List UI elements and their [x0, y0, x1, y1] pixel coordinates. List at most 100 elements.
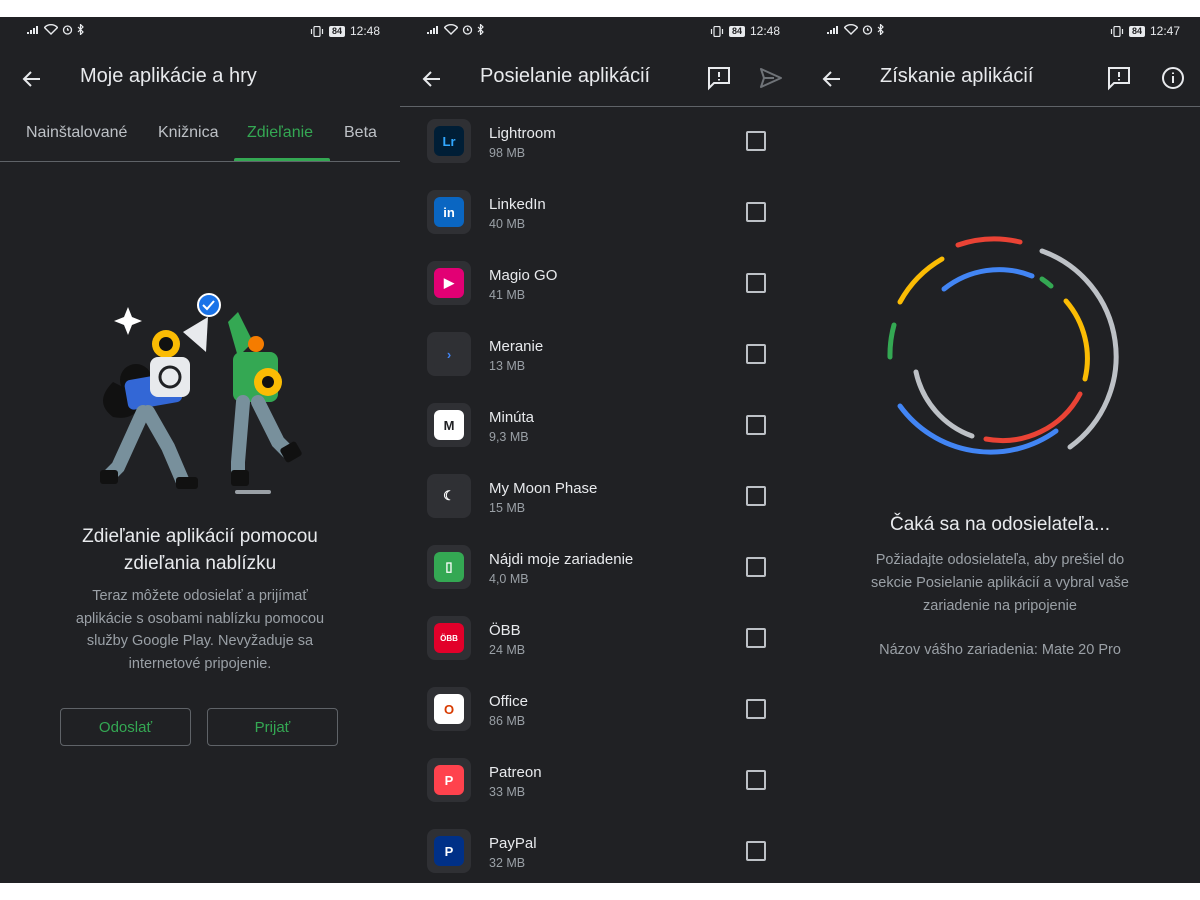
- app-icon-glyph: P: [434, 836, 464, 866]
- app-list-item[interactable]: P PayPal 32 MB: [400, 824, 800, 883]
- app-select-checkbox[interactable]: [746, 344, 766, 364]
- app-select-checkbox[interactable]: [746, 557, 766, 577]
- app-name: Office: [489, 693, 528, 710]
- alarm-icon: [62, 25, 73, 35]
- app-select-checkbox[interactable]: [746, 486, 766, 506]
- tab-installed[interactable]: Nainštalované: [26, 124, 127, 142]
- app-list-item[interactable]: Lr Lightroom 98 MB: [400, 114, 800, 185]
- app-size: 15 MB: [489, 501, 526, 515]
- app-icon-glyph: ☾: [434, 481, 464, 511]
- status-icons-right: 84 12:47: [1110, 24, 1180, 38]
- linkedin-icon: in: [427, 190, 471, 234]
- page-title: Moje aplikácie a hry: [80, 65, 257, 87]
- moon-phase-icon: ☾: [427, 474, 471, 518]
- receive-button[interactable]: Prijať: [207, 708, 338, 746]
- battery-level: 84: [328, 25, 345, 37]
- bluetooth-icon: [877, 24, 884, 35]
- app-icon-glyph: ›: [434, 339, 464, 369]
- app-list-item[interactable]: ▯ Nájdi moje zariadenie 4,0 MB: [400, 540, 800, 611]
- sharing-description: Teraz môžete odosielať a prijímať apliká…: [50, 585, 350, 675]
- description-line: Teraz môžete odosielať a prijímať: [92, 588, 308, 604]
- app-name: Meranie: [489, 338, 544, 355]
- app-name: Nájdi moje zariadenie: [489, 551, 634, 568]
- app-select-checkbox[interactable]: [746, 131, 766, 151]
- app-bar-divider: [400, 106, 800, 107]
- app-name: Lightroom: [489, 125, 556, 142]
- battery-level: 84: [1128, 25, 1145, 37]
- back-arrow-icon[interactable]: [20, 67, 44, 91]
- app-icon-glyph: ▶: [434, 268, 464, 298]
- back-arrow-icon[interactable]: [820, 67, 844, 91]
- app-icon-glyph: Lr: [434, 126, 464, 156]
- page-title: Získanie aplikácií: [880, 65, 1034, 87]
- info-icon[interactable]: [1160, 65, 1186, 91]
- description-line: Požiadajte odosielateľa, aby prešiel do: [875, 552, 1125, 568]
- obb-icon: ÖBB: [427, 616, 471, 660]
- app-list-item[interactable]: O Office 86 MB: [400, 682, 800, 753]
- app-select-checkbox[interactable]: [746, 202, 766, 222]
- app-size: 9,3 MB: [489, 430, 529, 444]
- app-bar: Získanie aplikácií: [800, 57, 1200, 107]
- app-icon-glyph: ▯: [434, 552, 464, 582]
- app-select-checkbox[interactable]: [746, 273, 766, 293]
- send-icon[interactable]: [758, 65, 784, 91]
- tab-library[interactable]: Knižnica: [158, 124, 218, 142]
- status-icons-left: [426, 24, 485, 35]
- status-icons-right: 84 12:48: [310, 24, 380, 38]
- waiting-title: Čaká sa na odosielateľa...: [890, 514, 1110, 535]
- status-time: 12:47: [1149, 24, 1180, 38]
- wifi-icon: [444, 24, 458, 35]
- app-select-checkbox[interactable]: [746, 770, 766, 790]
- status-time: 12:48: [749, 24, 780, 38]
- battery-level: 84: [728, 25, 745, 37]
- app-list-item[interactable]: ☾ My Moon Phase 15 MB: [400, 469, 800, 540]
- vibrate-icon: [1110, 25, 1124, 37]
- lightroom-icon: Lr: [427, 119, 471, 163]
- waiting-animation-rings: [887, 236, 1119, 455]
- wifi-icon: [844, 24, 858, 35]
- status-icons-left: [826, 24, 885, 35]
- app-icon-glyph: P: [434, 765, 464, 795]
- vibrate-icon: [310, 25, 324, 37]
- send-button[interactable]: Odoslať: [60, 708, 191, 746]
- app-name: ÖBB: [489, 622, 521, 639]
- description-line: aplikácie s osobami nablízku pomocou: [75, 610, 325, 627]
- app-name: Patreon: [489, 764, 542, 781]
- back-arrow-icon[interactable]: [420, 67, 444, 91]
- tab-bar: Nainštalované Knižnica Zdieľanie Beta: [0, 117, 400, 162]
- minuta-icon: M: [427, 403, 471, 447]
- app-list-item[interactable]: ÖBB ÖBB 24 MB: [400, 611, 800, 682]
- bluetooth-icon: [77, 24, 84, 35]
- find-my-device-icon: ▯: [427, 545, 471, 589]
- meranie-icon: ›: [427, 332, 471, 376]
- feedback-icon[interactable]: [1106, 65, 1132, 91]
- page-title: Posielanie aplikácií: [480, 65, 651, 87]
- app-select-checkbox[interactable]: [746, 415, 766, 435]
- app-name: Minúta: [489, 409, 535, 426]
- app-list-item[interactable]: M Minúta 9,3 MB: [400, 398, 800, 469]
- feedback-icon[interactable]: [706, 65, 732, 91]
- app-list-item[interactable]: P Patreon 33 MB: [400, 753, 800, 824]
- app-size: 24 MB: [489, 643, 526, 657]
- app-list-item[interactable]: › Meranie 13 MB: [400, 327, 800, 398]
- description-line: internetové pripojenie.: [128, 655, 272, 672]
- app-list-item[interactable]: in LinkedIn 40 MB: [400, 185, 800, 256]
- app-icon-glyph: O: [434, 694, 464, 724]
- active-tab-indicator: [234, 158, 330, 161]
- app-name: Magio GO: [489, 267, 558, 284]
- signal-icon: [827, 25, 838, 34]
- tab-beta[interactable]: Beta: [344, 124, 377, 142]
- app-size: 13 MB: [489, 359, 526, 373]
- description-line: sekcie Posielanie aplikácií a vybral vaš…: [871, 575, 1129, 591]
- app-size: 86 MB: [489, 714, 526, 728]
- app-bar: Posielanie aplikácií: [400, 57, 800, 107]
- signal-icon: [427, 25, 438, 34]
- app-select-checkbox[interactable]: [746, 628, 766, 648]
- app-select-checkbox[interactable]: [746, 699, 766, 719]
- app-list-item[interactable]: ▶ Magio GO 41 MB: [400, 256, 800, 327]
- app-select-checkbox[interactable]: [746, 841, 766, 861]
- status-bar: 84 12:48: [0, 17, 400, 45]
- alarm-icon: [862, 25, 873, 35]
- tab-sharing[interactable]: Zdieľanie: [247, 124, 313, 142]
- app-icon-glyph: M: [434, 410, 464, 440]
